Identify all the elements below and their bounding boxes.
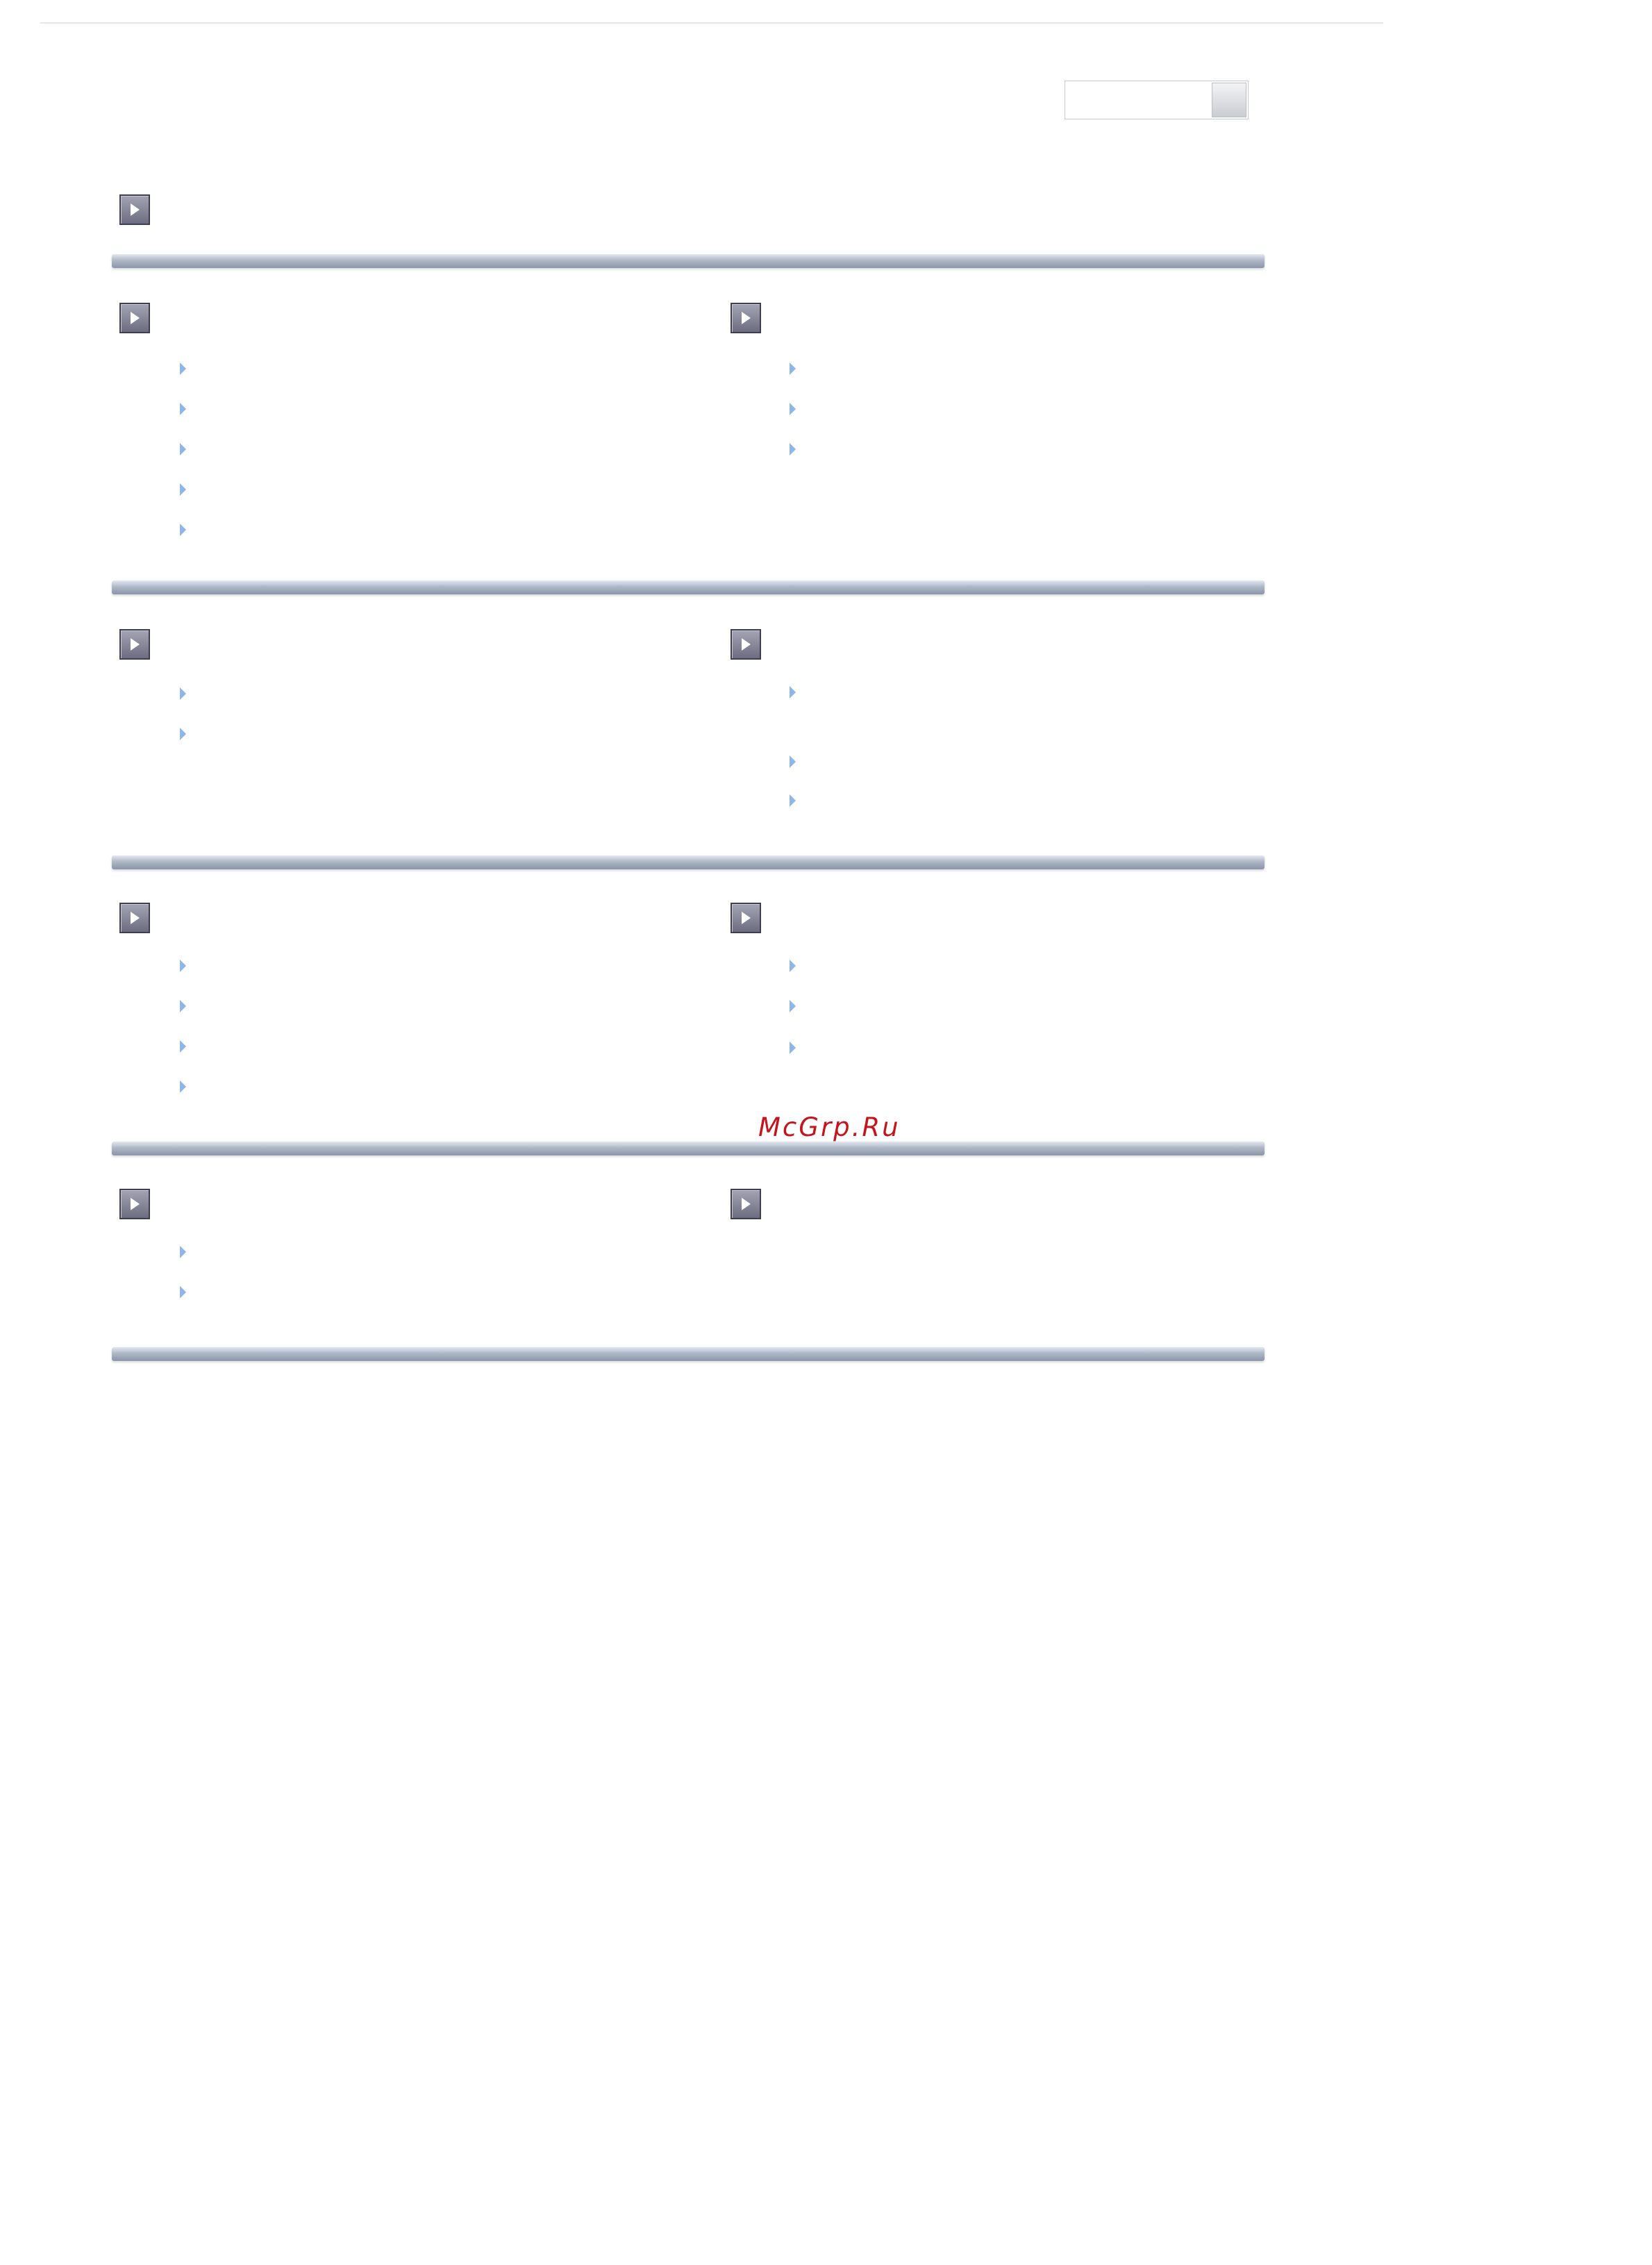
- section-1-right-bullet-icon: [790, 362, 796, 375]
- section-divider: [112, 254, 1265, 268]
- section-1-right-bullet-icon: [790, 403, 796, 415]
- section-divider: [112, 1347, 1265, 1361]
- section-1-left-arrow-icon[interactable]: [119, 303, 150, 333]
- section-1-left-bullet-icon: [180, 443, 186, 455]
- section-1-left-bullet-icon: [180, 403, 186, 415]
- section-1-left-bullet-icon: [180, 483, 186, 496]
- section-1-left-bullet-icon: [180, 362, 186, 375]
- section-2-left-bullet-icon: [180, 728, 186, 740]
- section-4-left-bullet-icon: [180, 1246, 186, 1258]
- section-2-right-bullet-icon: [790, 686, 796, 699]
- section-1-left-bullet-icon: [180, 524, 186, 536]
- search-button[interactable]: [1212, 83, 1246, 117]
- section-2-right-bullet-icon: [790, 794, 796, 807]
- watermark-text: McGrp.Ru: [758, 1112, 901, 1142]
- section-1-right-bullet-icon: [790, 443, 796, 455]
- section-3-left-bullet-icon: [180, 1080, 186, 1093]
- section-2-right-arrow-icon[interactable]: [731, 629, 761, 660]
- top-heading-arrow-icon[interactable]: [119, 194, 150, 225]
- section-divider: [112, 580, 1265, 594]
- search-input[interactable]: [1066, 83, 1209, 117]
- section-3-left-bullet-icon: [180, 1000, 186, 1012]
- section-2-left-bullet-icon: [180, 687, 186, 700]
- section-2-left-arrow-icon[interactable]: [119, 629, 150, 660]
- section-3-right-bullet-icon: [790, 960, 796, 972]
- section-3-left-bullet-icon: [180, 960, 186, 972]
- section-4-left-bullet-icon: [180, 1286, 186, 1298]
- section-2-right-bullet-icon: [790, 755, 796, 768]
- section-3-right-arrow-icon[interactable]: [731, 903, 761, 933]
- section-4-right-arrow-icon[interactable]: [731, 1189, 761, 1219]
- section-3-left-bullet-icon: [180, 1040, 186, 1053]
- section-4-left-arrow-icon[interactable]: [119, 1189, 150, 1219]
- manual-contents-page: McGrp.Ru: [0, 0, 1652, 2265]
- section-3-right-bullet-icon: [790, 1042, 796, 1054]
- top-rule: [40, 22, 1383, 24]
- section-divider: [112, 1142, 1265, 1155]
- section-divider: [112, 855, 1265, 869]
- section-3-left-arrow-icon[interactable]: [119, 903, 150, 933]
- section-1-right-arrow-icon[interactable]: [731, 303, 761, 333]
- section-3-right-bullet-icon: [790, 1000, 796, 1012]
